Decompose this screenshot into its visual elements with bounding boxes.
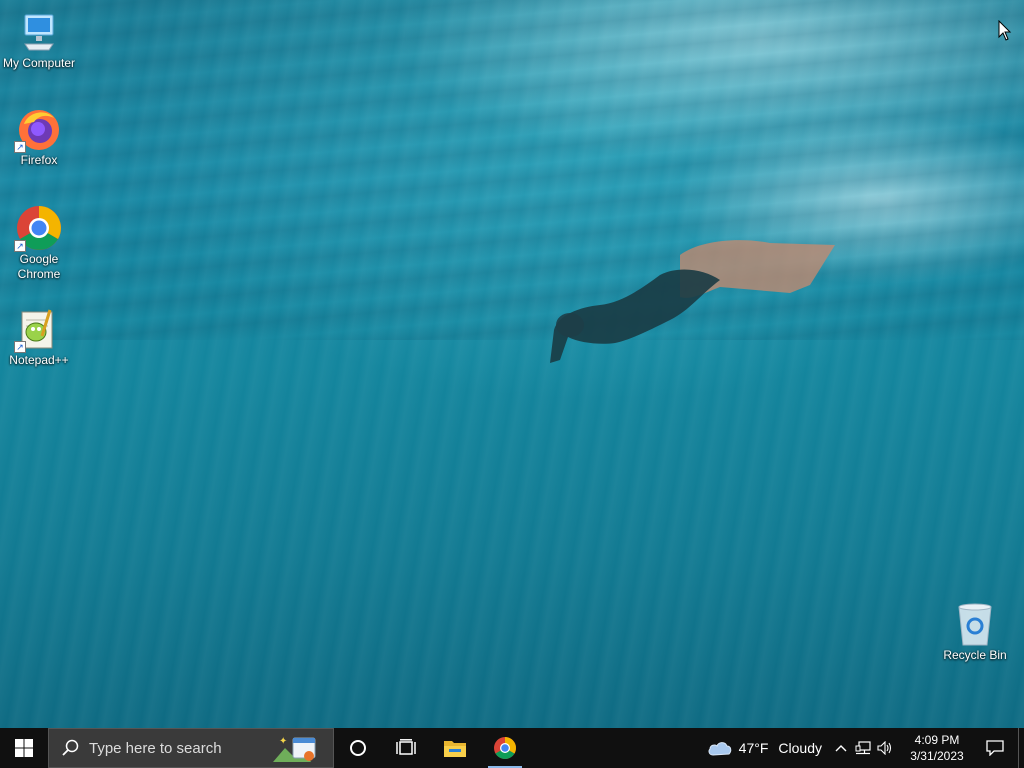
shortcut-arrow-icon: ↗: [14, 141, 26, 153]
volume-button[interactable]: [874, 728, 896, 768]
search-highlights-icon: ✦: [273, 736, 316, 762]
action-center-button[interactable]: [972, 728, 1018, 768]
wallpaper-sunrays: [0, 0, 1024, 728]
network-icon: [855, 741, 871, 755]
desktop-icon-firefox[interactable]: ↗ Firefox: [1, 105, 77, 168]
clock-date: 3/31/2023: [910, 749, 964, 763]
chevron-up-icon: [835, 745, 847, 752]
desktop[interactable]: My Computer ↗ Firefox ↗ Google Chrome ↗ …: [0, 0, 1024, 728]
shortcut-arrow-icon: ↗: [14, 341, 26, 353]
desktop-icon-label: Recycle Bin: [943, 648, 1007, 662]
svg-text:✦: ✦: [279, 736, 287, 747]
desktop-icon-my-computer[interactable]: My Computer: [1, 8, 77, 71]
desktop-icon-recycle-bin[interactable]: Recycle Bin: [937, 600, 1013, 663]
desktop-icon-label: Firefox: [20, 153, 58, 167]
weather-widget[interactable]: 47°F Cloudy: [699, 728, 830, 768]
taskbar: Type here to search ✦ 47°F Cloudy 4:09 P…: [0, 728, 1024, 768]
desktop-icon-notepad-plus-plus[interactable]: ↗ Notepad++: [1, 305, 77, 368]
desktop-icon-label: My Computer: [2, 56, 76, 70]
speaker-icon: [877, 741, 892, 755]
computer-icon: [24, 14, 54, 51]
windows-logo-icon: [15, 739, 33, 757]
task-view-button[interactable]: [382, 728, 430, 768]
taskbar-file-explorer[interactable]: [430, 728, 480, 768]
taskbar-search-box[interactable]: Type here to search ✦: [48, 728, 334, 768]
weather-temp: 47°F: [738, 740, 769, 756]
chrome-icon: [494, 737, 516, 759]
cloud-icon: [708, 742, 731, 756]
search-icon: [62, 739, 79, 756]
mouse-cursor-icon: [998, 20, 1012, 41]
taskbar-google-chrome[interactable]: [480, 728, 530, 768]
weather-condition: Cloudy: [778, 740, 822, 756]
desktop-icon-google-chrome[interactable]: ↗ Google Chrome: [1, 204, 77, 282]
notification-icon: [986, 740, 1004, 756]
show-hidden-icons-button[interactable]: [830, 728, 852, 768]
task-view-icon: [396, 739, 416, 755]
network-button[interactable]: [852, 728, 874, 768]
taskbar-clock[interactable]: 4:09 PM 3/31/2023: [902, 732, 972, 764]
clock-time: 4:09 PM: [914, 733, 960, 747]
cortana-button[interactable]: [334, 728, 382, 768]
desktop-icon-label: Notepad++: [9, 353, 69, 367]
recycle-bin-icon: [958, 603, 992, 646]
folder-icon: [444, 741, 466, 757]
shortcut-arrow-icon: ↗: [14, 240, 26, 252]
start-button[interactable]: [0, 728, 48, 768]
wallpaper-diver: [550, 240, 835, 363]
cortana-circle-icon: [350, 740, 366, 756]
search-placeholder: Type here to search: [89, 739, 222, 757]
desktop-icon-label: Google Chrome: [17, 252, 61, 281]
show-desktop-button[interactable]: [1018, 728, 1024, 768]
system-tray: [830, 728, 896, 768]
